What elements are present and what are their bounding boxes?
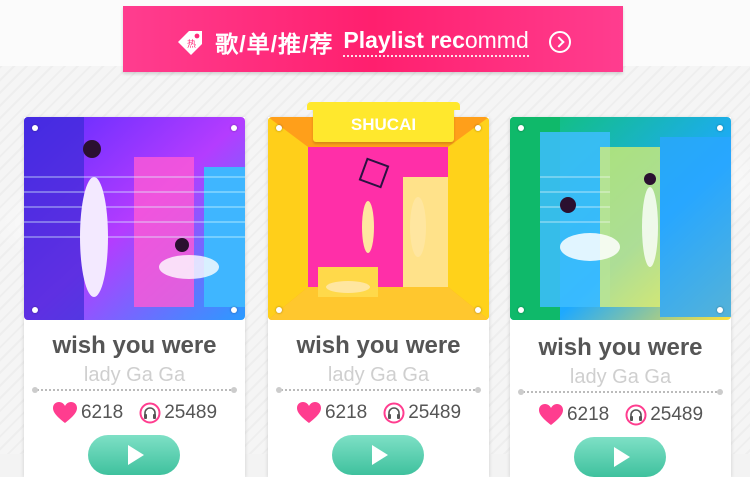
corner-dot [32,125,38,131]
card-artist: lady Ga Ga [569,366,672,388]
card-stats: 6218 25489 [510,403,731,427]
likes-stat: 6218 [538,403,609,427]
header-title-zh: 歌/单/推/荐 [215,31,334,57]
card-title: wish you were [52,332,217,359]
corner-dot [231,125,237,131]
corner-dot [717,125,723,131]
section-header[interactable]: 热 歌/单/推/荐 Playlist recommd [123,2,623,72]
heart-icon [538,404,563,425]
corner-dot [32,307,38,313]
plays-count: 25489 [164,402,218,423]
likes-count: 6218 [80,402,124,423]
card-artist: lady Ga Ga [327,364,430,386]
plays-stat: 25489 [383,402,461,424]
divider [518,389,723,395]
likes-stat: 6218 [296,401,367,425]
divider [276,387,481,393]
plays-count: 25489 [408,402,462,423]
corner-dot [475,125,481,131]
corner-dot [276,307,282,313]
likes-count: 6218 [324,402,368,423]
chevron-right-icon[interactable] [548,31,571,53]
heart-icon [52,402,77,423]
headphones-icon [139,402,161,424]
featured-badge: SHUCAI [307,102,460,142]
plays-stat: 25489 [139,402,217,424]
corner-dot [717,307,723,313]
hot-tag-text: 热 [187,38,196,50]
play-button[interactable] [88,435,180,475]
playlist-card-1[interactable]: wish you were lady Ga Ga 6218 25489 [24,117,245,477]
card-stats: 6218 25489 [268,401,489,425]
header-title-en[interactable]: Playlist recommd [343,27,529,57]
cover-image[interactable] [24,117,245,320]
plays-count: 25489 [650,404,704,425]
card-title: wish you were [538,334,703,361]
cover-image[interactable] [268,117,489,320]
likes-count: 6218 [566,404,610,425]
header-title-en-bold: Playlist rec [343,27,465,53]
corner-dot [475,307,481,313]
corner-dot [518,125,524,131]
play-button[interactable] [332,435,424,475]
playlist-card-3[interactable]: wish you were lady Ga Ga 6218 25489 [510,117,731,477]
likes-stat: 6218 [52,401,123,425]
headphones-icon [625,404,647,426]
header-title-en-light: ommd [464,27,529,53]
divider [32,387,237,393]
heart-icon [296,402,321,423]
play-button[interactable] [574,437,666,477]
hot-tag-icon: 热 [175,28,205,56]
corner-dot [518,307,524,313]
card-artist: lady Ga Ga [83,364,186,386]
card-title: wish you were [296,332,461,359]
headphones-icon [383,402,405,424]
corner-dot [231,307,237,313]
card-stats: 6218 25489 [24,401,245,425]
plays-stat: 25489 [625,404,703,426]
playlist-card-2[interactable]: wish you were lady Ga Ga 6218 25489 [268,117,489,477]
cover-image[interactable] [510,117,731,320]
corner-dot [276,125,282,131]
